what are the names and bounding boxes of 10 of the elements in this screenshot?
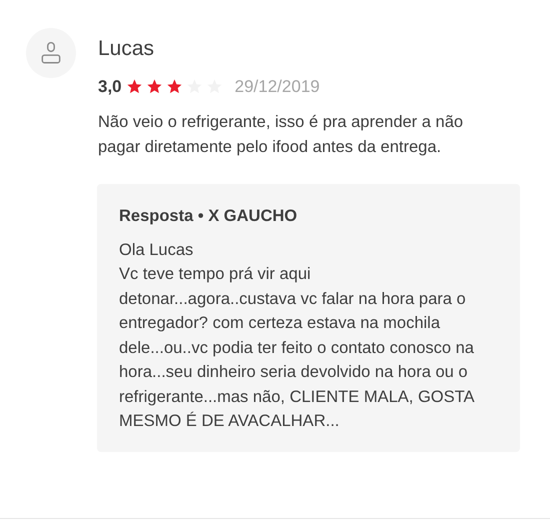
star-icon: [146, 78, 163, 96]
star-icon: [166, 78, 183, 96]
reply-heading: Resposta • X GAUCHO: [119, 206, 298, 226]
star-icon: [126, 78, 143, 96]
rating-value: 3,0: [98, 76, 122, 98]
review-date: 29/12/2019: [234, 76, 320, 98]
review-text: Não veio o refrigerante, isso é pra aprender a não pagar diretamente pelo ifood antes da entrega.: [98, 112, 464, 158]
author-name: Lucas: [98, 36, 156, 62]
reply-text: Vc teve tempo prá vir aqui detonar...agora..custava vc falar na hora para o entregador? com certeza estava na mochila dele...ou..vc podia ter feito o contato conosco na hora...seu dinheiro seria devolvido na hora ou o refrigerante...mas não, CLIENTE MALA, GOSTA MESMO É DE AVACALHAR...: [119, 264, 476, 432]
reply-text: Ola Lucas: [119, 240, 194, 260]
